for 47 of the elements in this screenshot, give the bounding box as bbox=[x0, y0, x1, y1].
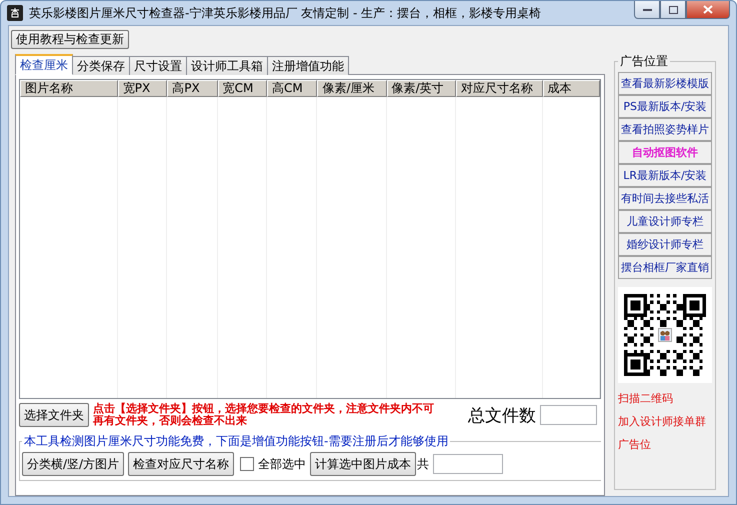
column-header[interactable]: 对应尺寸名称 bbox=[456, 80, 543, 97]
ad-link-button[interactable]: LR最新版本/安装 bbox=[618, 164, 712, 187]
column-header[interactable]: 高PX bbox=[167, 80, 218, 97]
column-header[interactable]: 宽CM bbox=[218, 80, 268, 97]
total-prefix-label: 共 bbox=[417, 456, 430, 472]
total-files-field[interactable] bbox=[540, 405, 597, 425]
close-icon bbox=[703, 5, 713, 14]
ad-link-button[interactable]: 婚纱设计师专栏 bbox=[618, 233, 712, 256]
app-icon bbox=[7, 5, 23, 21]
ad-link-button[interactable]: 查看最新影楼模版 bbox=[618, 72, 712, 95]
tutorial-update-button[interactable]: 使用教程与检查更新 bbox=[11, 30, 129, 49]
tab[interactable]: 设计师工具箱 bbox=[186, 56, 268, 75]
column-header[interactable]: 图片名称 bbox=[20, 80, 118, 97]
select-folder-button[interactable]: 选择文件夹 bbox=[19, 403, 89, 427]
minimize-icon bbox=[642, 8, 652, 12]
ad-note: 扫描二维码 bbox=[618, 391, 674, 406]
ad-link-button[interactable]: 查看拍照姿势样片 bbox=[618, 118, 712, 141]
panel-title: 广告位置 bbox=[619, 53, 669, 70]
calculate-cost-button[interactable]: 计算选中图片成本 bbox=[310, 452, 416, 476]
column-header[interactable]: 高CM bbox=[267, 80, 318, 97]
select-all-checkbox[interactable] bbox=[240, 457, 254, 471]
feature-button[interactable]: 分类横/竖/方图片 bbox=[22, 452, 124, 476]
column-header[interactable]: 宽PX bbox=[118, 80, 168, 97]
minimize-button[interactable] bbox=[634, 1, 660, 19]
ad-note: 广告位 bbox=[618, 437, 652, 452]
ad-link-button[interactable]: 摆台相框厂家直销 bbox=[618, 256, 712, 279]
column-header[interactable]: 像素/英寸 bbox=[386, 80, 456, 97]
select-all-label: 全部选中 bbox=[258, 456, 306, 472]
feature-button[interactable]: 检查对应尺寸名称 bbox=[128, 452, 234, 476]
ad-note: 加入设计师接单群 bbox=[618, 414, 707, 429]
ad-link-button[interactable]: 儿童设计师专栏 bbox=[618, 210, 712, 233]
ad-link-button[interactable]: 有时间去接些私活 bbox=[618, 187, 712, 210]
maximize-icon bbox=[668, 6, 678, 14]
ad-link-button[interactable]: PS最新版本/安装 bbox=[618, 95, 712, 118]
column-header[interactable]: 像素/厘米 bbox=[317, 80, 387, 97]
cost-field[interactable] bbox=[433, 454, 504, 474]
window-title: 英乐影楼图片厘米尺寸检查器-宁津英乐影楼用品厂 友情定制 - 生产：摆台，相框，影楼专用桌椅 bbox=[29, 5, 542, 22]
close-button[interactable] bbox=[686, 1, 730, 19]
maximize-button[interactable] bbox=[660, 1, 686, 19]
group-title: 本工具检测图片厘米尺寸功能免费，下面是增值功能按钮-需要注册后才能够使用 bbox=[23, 433, 450, 450]
column-header[interactable]: 成本 bbox=[542, 80, 600, 97]
tab[interactable]: 分类保存 bbox=[72, 56, 130, 75]
tab[interactable]: 注册增值功能 bbox=[267, 56, 349, 75]
total-files-label: 总文件数 bbox=[468, 404, 536, 426]
tab[interactable]: 尺寸设置 bbox=[129, 56, 187, 75]
instruction-text: 点击【选择文件夹】按钮，选择您要检查的文件夹，注意文件夹内不可再有文件夹，否则会检查不出来 bbox=[93, 403, 435, 427]
tab[interactable]: 检查厘米 bbox=[15, 54, 73, 75]
